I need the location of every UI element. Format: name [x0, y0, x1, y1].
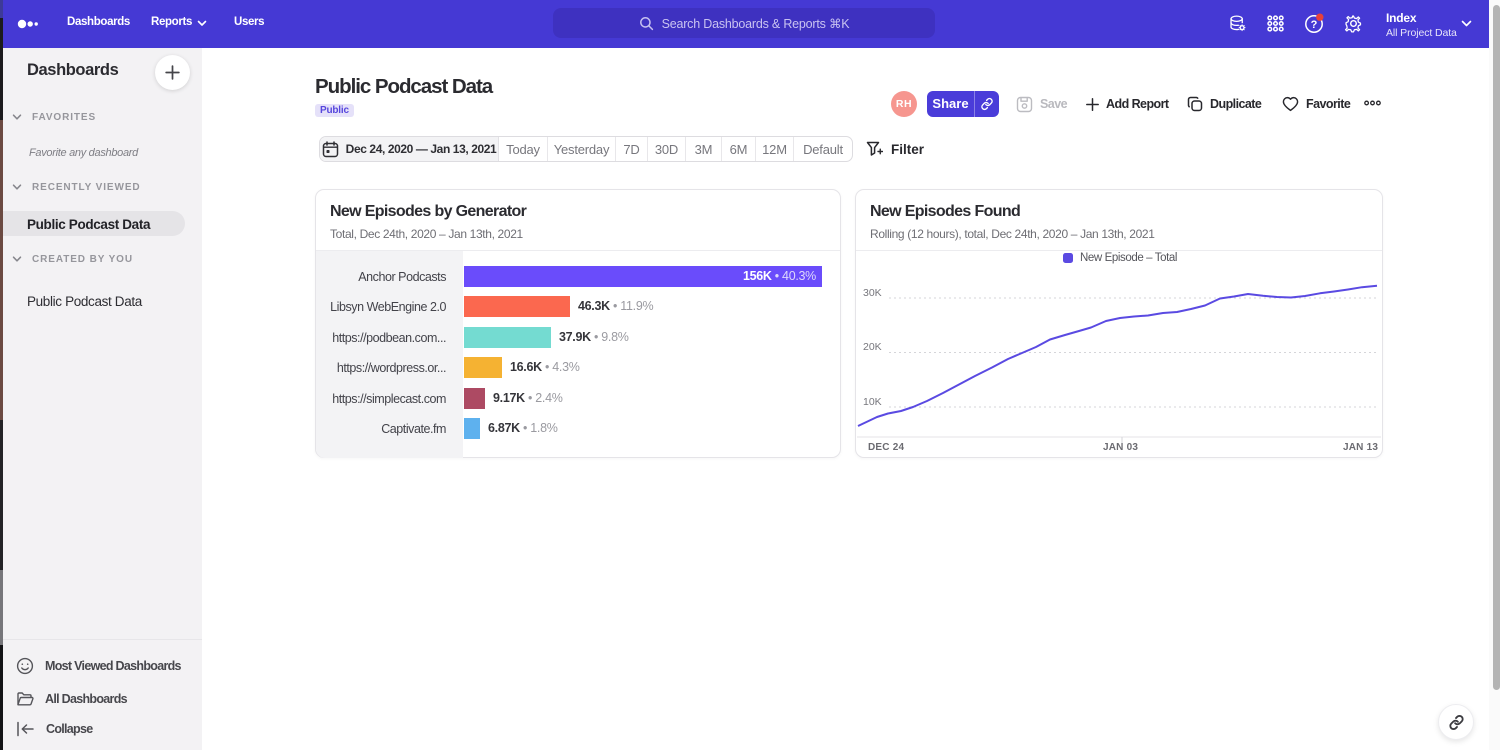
svg-text:?: ? — [1311, 19, 1318, 31]
